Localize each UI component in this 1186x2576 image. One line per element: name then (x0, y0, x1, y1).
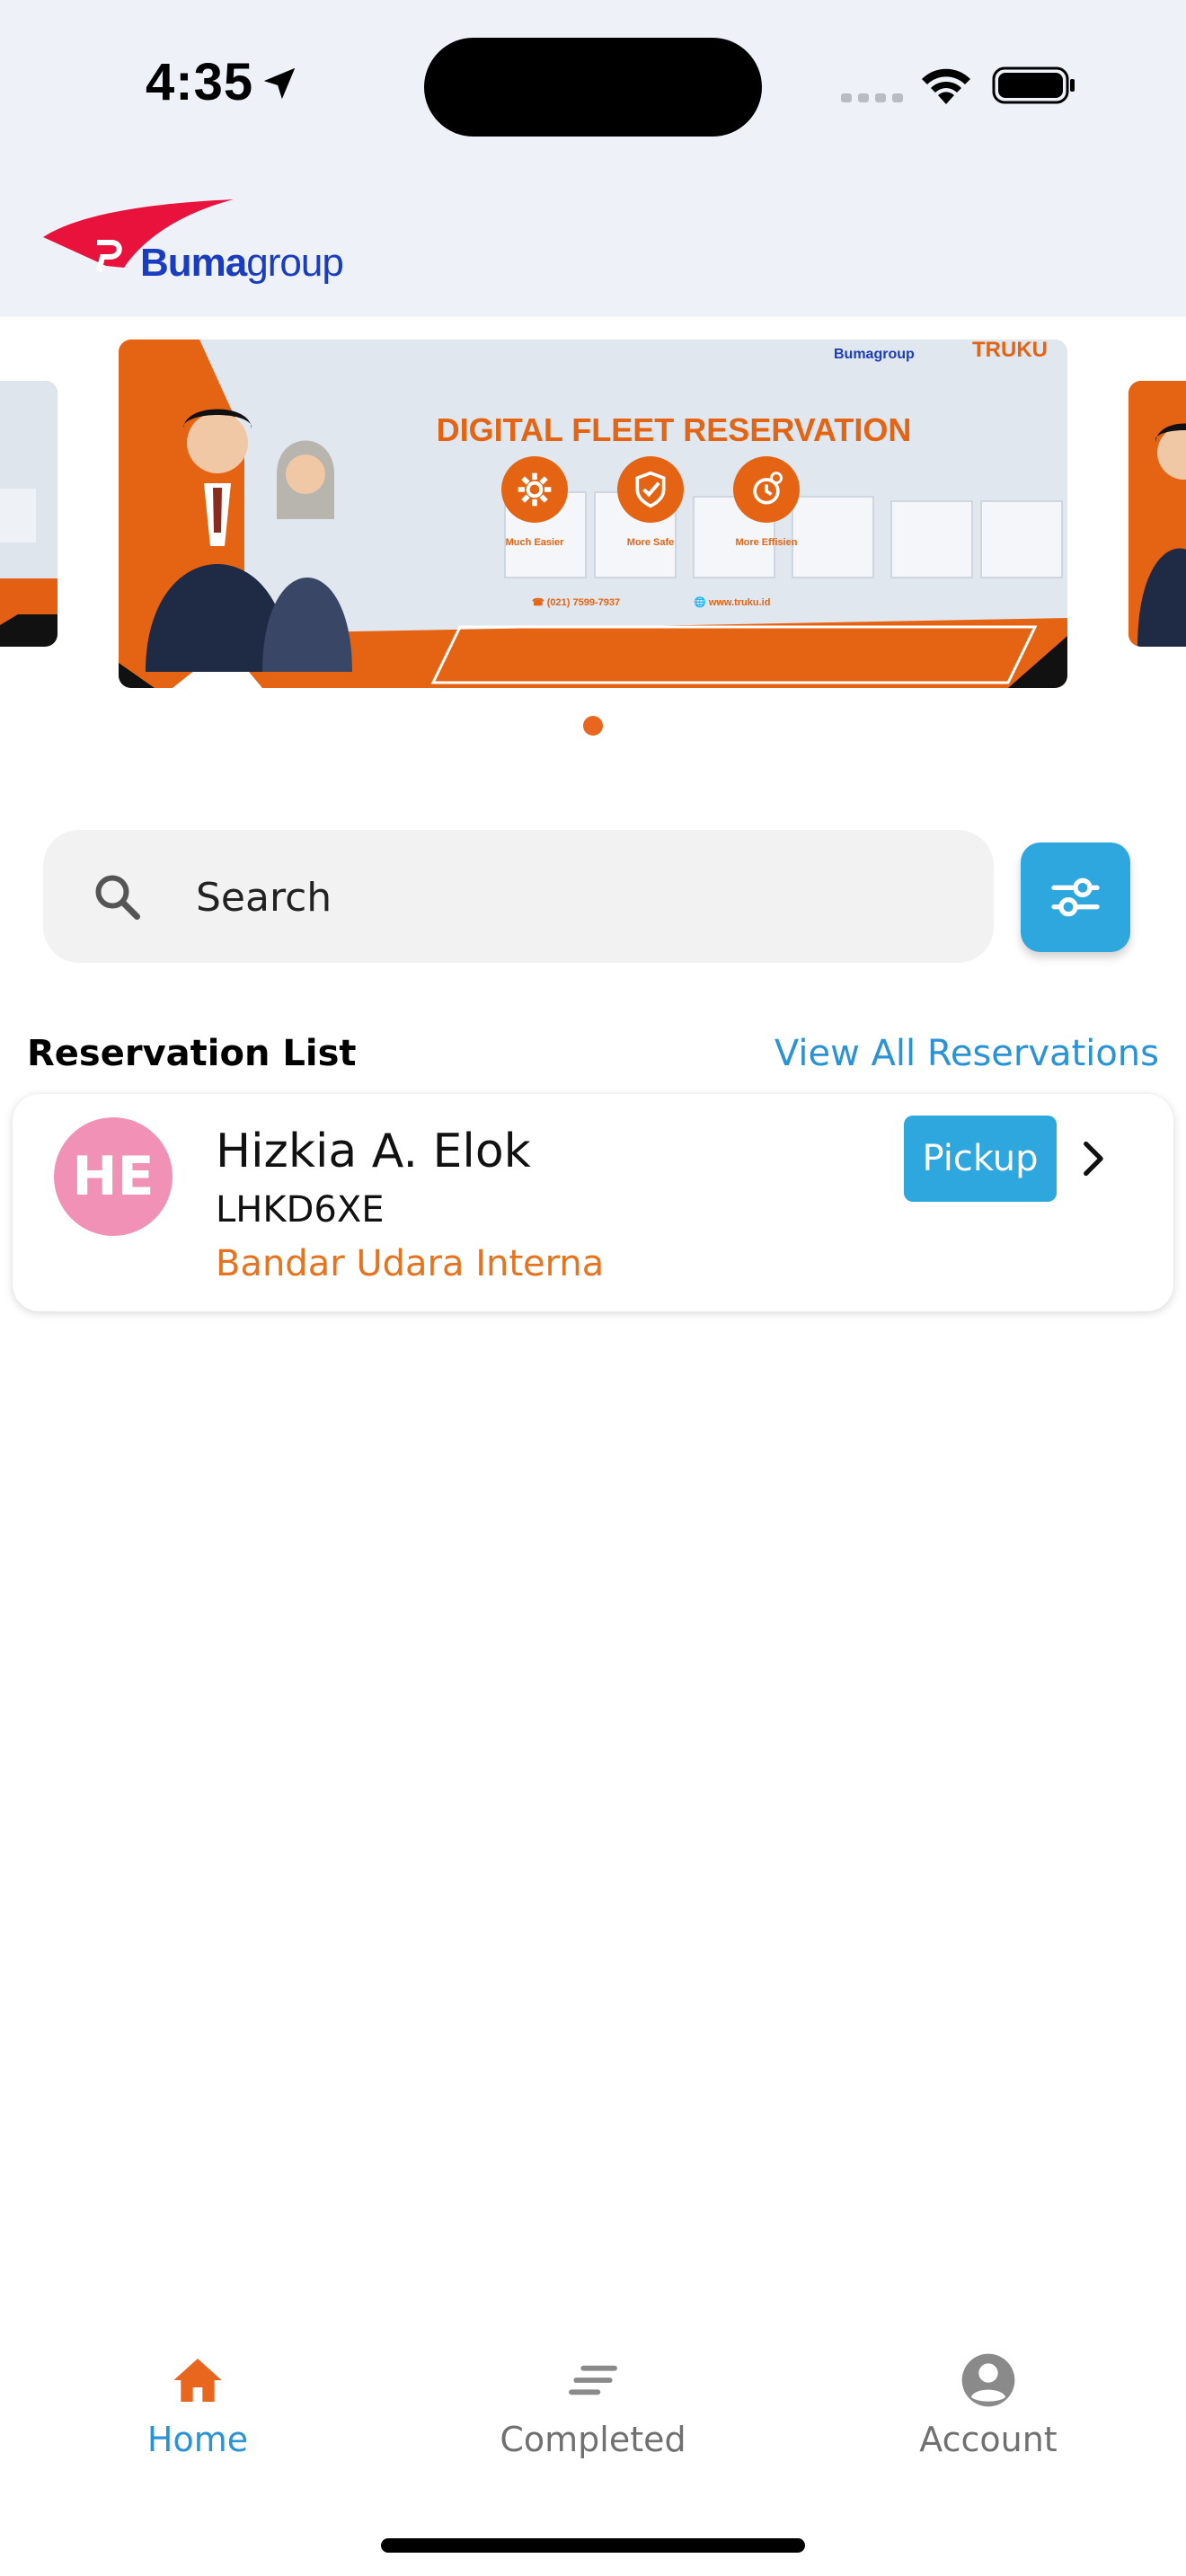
search-input[interactable] (194, 857, 970, 938)
status-time: 4:35 (146, 53, 254, 111)
clock-coin-icon (733, 456, 800, 523)
chevron-right-icon[interactable] (1073, 1139, 1112, 1178)
banner-website: 🌐 www.truku.id (694, 597, 771, 608)
gear-icon (501, 456, 568, 523)
fleet-banner[interactable]: Bumagroup TRUKU DIGITAL FLEET RESERVATIO… (119, 340, 1067, 688)
banner-phone: ☎ (021) 7599-7937 (532, 597, 621, 608)
sliders-icon (1051, 878, 1100, 917)
reservation-name: Hizkia A. Elok (216, 1125, 531, 1178)
nav-completed-label: Completed (500, 2420, 686, 2459)
search-icon (95, 875, 140, 920)
cellular-signal-icon (841, 93, 903, 102)
banner-title: DIGITAL FLEET RESERVATION (436, 411, 912, 448)
status-badge: Pickup (904, 1116, 1057, 1202)
reservation-list-title: Reservation List (27, 1033, 357, 1074)
nav-home[interactable]: Home (63, 2351, 332, 2459)
feature-label: Much Easier (505, 537, 564, 548)
search-bar[interactable] (43, 830, 994, 963)
feature-label: More Effisien (735, 537, 798, 548)
view-all-reservations-link[interactable]: View All Reservations (774, 1033, 1159, 1074)
top-bar: 4:35 Bumagroup (0, 0, 1186, 317)
avatar: HE (54, 1117, 173, 1236)
home-icon (173, 2359, 222, 2402)
shield-check-icon (617, 456, 684, 523)
feature-efficient: More Effisien (708, 456, 825, 548)
reservation-location: Bandar Udara Interna (216, 1243, 605, 1284)
filter-button[interactable] (1021, 842, 1130, 952)
location-arrow-icon (263, 67, 296, 100)
reservation-code: LHKD6XE (216, 1189, 385, 1231)
banner-carousel[interactable]: Bumagroup TRUKU DIGITAL FLEET RESERVATIO… (0, 340, 1186, 692)
dynamic-island (424, 38, 762, 137)
nav-account-label: Account (919, 2420, 1058, 2459)
banner-next[interactable] (1128, 381, 1186, 647)
account-circle-icon (961, 2353, 1015, 2407)
list-lines-icon (569, 2365, 617, 2395)
carousel-indicator-dot[interactable] (583, 716, 603, 736)
banner-prev[interactable] (0, 381, 58, 647)
feature-safe: More Safe (592, 456, 709, 548)
feature-easier: Much Easier (476, 456, 593, 548)
feature-label: More Safe (626, 537, 675, 548)
banner-brand-left: Bumagroup (834, 347, 915, 362)
brand-name: Bumagroup (140, 241, 344, 285)
reservation-card[interactable]: HE Hizkia A. Elok LHKD6XE Bandar Udara I… (13, 1094, 1173, 1311)
nav-home-label: Home (146, 2420, 249, 2459)
nav-account[interactable]: Account (854, 2351, 1123, 2459)
home-indicator (381, 2538, 805, 2553)
banner-brand-right: TRUKU (972, 340, 1048, 362)
wifi-icon (922, 68, 970, 104)
battery-icon (992, 66, 1075, 104)
nav-completed[interactable]: Completed (458, 2351, 728, 2459)
